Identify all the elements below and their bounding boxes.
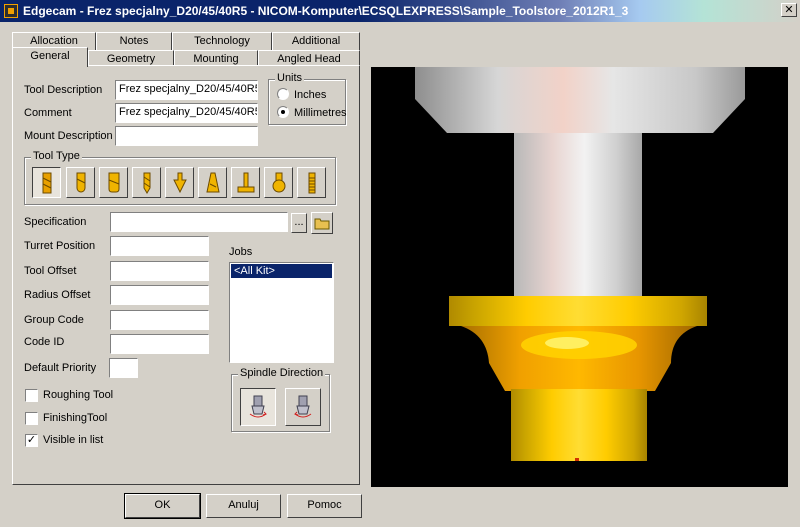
tab-general[interactable]: General — [12, 47, 88, 67]
turret-position-label: Turret Position — [24, 240, 96, 252]
roughing-tool-checkbox[interactable] — [25, 389, 38, 402]
code-id-input[interactable] — [110, 334, 209, 354]
tool-description-label: Tool Description — [24, 84, 103, 96]
tool-offset-label: Tool Offset — [24, 265, 77, 277]
group-code-label: Group Code — [24, 314, 84, 326]
radius-offset-label: Radius Offset — [24, 289, 91, 301]
tool-type-chamfer[interactable] — [165, 167, 194, 198]
open-folder-button[interactable] — [311, 212, 333, 234]
tool-type-form[interactable] — [264, 167, 293, 198]
tool-type-tap[interactable] — [297, 167, 326, 198]
list-item[interactable]: <All Kit> — [231, 264, 332, 278]
edgecam-icon — [4, 4, 18, 18]
spindle-ccw-button[interactable] — [285, 388, 321, 426]
roughing-tool-label: Roughing Tool — [43, 389, 114, 401]
tool-type-slot[interactable] — [231, 167, 260, 198]
endmill-icon — [42, 172, 52, 194]
comment-input[interactable]: Frez specjalny_D20/45/40R5 — [115, 103, 258, 123]
turret-position-input[interactable] — [110, 236, 209, 256]
visible-in-list-checkbox[interactable]: ✓ — [25, 434, 38, 447]
units-millimetres-label: Millimetres — [294, 107, 347, 119]
ballnose-icon — [76, 172, 86, 193]
tab-technology[interactable]: Technology — [172, 32, 272, 50]
slot-icon — [237, 172, 255, 193]
tap-icon — [308, 172, 316, 194]
tool-type-ballnose[interactable] — [66, 167, 95, 198]
drill-icon — [143, 172, 151, 194]
tool-type-label: Tool Type — [31, 150, 82, 162]
comment-label: Comment — [24, 107, 72, 119]
form-icon — [272, 172, 286, 193]
jobs-label: Jobs — [229, 246, 253, 258]
tab-additional[interactable]: Additional — [272, 32, 360, 50]
units-label: Units — [275, 72, 305, 84]
help-button[interactable]: Pomoc — [287, 494, 362, 518]
tool-preview-viewport[interactable] — [371, 67, 788, 487]
bullnose-icon — [108, 172, 120, 193]
units-millimetres-radio[interactable] — [277, 106, 289, 118]
specification-label: Specification — [24, 216, 87, 228]
finishing-tool-checkbox[interactable] — [25, 412, 38, 425]
tool-type-drill[interactable] — [132, 167, 161, 198]
spindle-ccw-icon — [294, 395, 312, 418]
visible-in-list-label: Visible in list — [43, 434, 104, 446]
finishing-tool-label: FinishingTool — [43, 412, 108, 424]
spindle-cw-button[interactable] — [240, 388, 276, 426]
mount-description-input[interactable] — [115, 126, 258, 146]
taper-icon — [206, 172, 220, 193]
title-bar: Edgecam - Frez specjalny_D20/45/40R5 - N… — [0, 0, 800, 22]
spindle-direction-label: Spindle Direction — [238, 367, 326, 379]
jobs-list[interactable]: <All Kit> — [229, 262, 334, 363]
code-id-label: Code ID — [24, 336, 65, 348]
folder-icon — [314, 218, 330, 230]
ok-button[interactable]: OK — [124, 493, 201, 519]
tool-type-taper[interactable] — [198, 167, 227, 198]
tool-offset-input[interactable] — [110, 261, 209, 281]
tool-type-endmill[interactable] — [32, 167, 61, 198]
window-title: Edgecam - Frez specjalny_D20/45/40R5 - N… — [23, 4, 629, 18]
tool-3d-render — [415, 67, 745, 461]
tab-notes[interactable]: Notes — [96, 32, 172, 50]
specification-browse-button[interactable]: ... — [291, 213, 307, 233]
close-icon[interactable]: ✕ — [781, 3, 797, 17]
units-inches-label: Inches — [294, 89, 327, 101]
group-code-input[interactable] — [110, 310, 209, 330]
mount-description-label: Mount Description — [24, 130, 113, 142]
specification-input[interactable] — [110, 212, 288, 232]
cancel-button[interactable]: Anuluj — [206, 494, 281, 518]
tool-type-bullnose[interactable] — [99, 167, 128, 198]
tool-description-input[interactable]: Frez specjalny_D20/45/40R5 — [115, 80, 258, 100]
default-priority-input[interactable] — [109, 358, 138, 378]
chamfer-icon — [173, 172, 187, 194]
default-priority-label: Default Priority — [24, 362, 97, 374]
spindle-cw-icon — [249, 395, 267, 418]
radius-offset-input[interactable] — [110, 285, 209, 305]
units-inches-radio[interactable] — [277, 88, 289, 100]
